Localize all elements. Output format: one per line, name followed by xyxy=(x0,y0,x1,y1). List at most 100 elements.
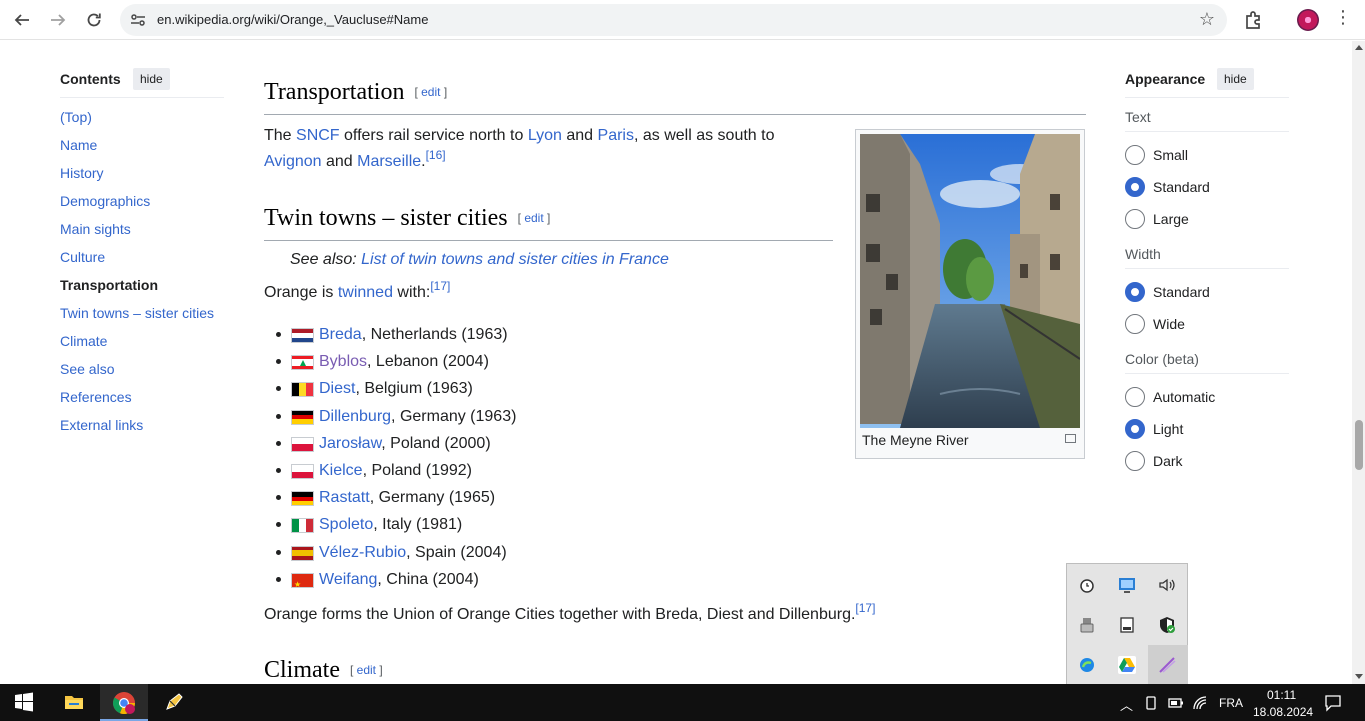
extensions-puzzle-icon[interactable] xyxy=(1243,9,1265,31)
toc-item[interactable]: Main sights xyxy=(60,221,131,237)
scroll-up-icon[interactable] xyxy=(1355,45,1363,50)
clock-date[interactable]: 18.08.2024 xyxy=(1253,705,1313,719)
toc-item[interactable]: Culture xyxy=(60,249,105,265)
address-bar[interactable]: en.wikipedia.org/wiki/Orange,_Vaucluse#N… xyxy=(120,4,1227,36)
flag-pl-icon[interactable] xyxy=(291,436,314,452)
site-info-icon[interactable] xyxy=(129,11,147,29)
security-shield-icon[interactable] xyxy=(1157,615,1177,635)
link-city[interactable]: Dillenburg xyxy=(319,408,391,425)
link-city[interactable]: Rastatt xyxy=(319,489,370,506)
url-text[interactable]: en.wikipedia.org/wiki/Orange,_Vaucluse#N… xyxy=(157,12,428,27)
appearance-radio[interactable] xyxy=(1125,451,1145,471)
link-city[interactable]: Breda xyxy=(319,326,362,343)
flag-be-icon[interactable] xyxy=(291,382,314,398)
toc-item[interactable]: External links xyxy=(60,417,143,433)
appearance-radio[interactable] xyxy=(1125,209,1145,229)
appearance-radio[interactable] xyxy=(1125,282,1145,302)
appearance-radio-label[interactable]: Small xyxy=(1153,147,1188,163)
scroll-down-icon[interactable] xyxy=(1355,674,1363,679)
toc-hide-button[interactable]: hide xyxy=(133,68,170,90)
ref-17[interactable]: [17] xyxy=(430,279,450,293)
link-twin-towns-list[interactable]: List of twin towns and sister cities in … xyxy=(361,251,669,268)
appearance-hide-button[interactable]: hide xyxy=(1217,68,1254,90)
forward-button[interactable] xyxy=(45,8,71,32)
clock-app-icon[interactable] xyxy=(1077,575,1097,595)
edit-transportation-link[interactable]: edit xyxy=(421,85,440,99)
start-button[interactable] xyxy=(0,684,48,721)
enlarge-icon[interactable] xyxy=(1065,434,1076,443)
network-monitor-icon[interactable] xyxy=(1117,575,1137,595)
toc-item[interactable]: See also xyxy=(60,361,114,377)
flag-lb-icon[interactable] xyxy=(291,355,314,371)
toc-item[interactable]: (Top) xyxy=(60,109,92,125)
meyne-river-photo[interactable] xyxy=(860,134,1080,428)
browser-menu-icon[interactable]: ⋮ xyxy=(1334,7,1352,28)
device-icon[interactable] xyxy=(1143,695,1159,711)
toc-item[interactable]: Twin towns – sister cities xyxy=(60,305,214,321)
appearance-radio-label[interactable]: Dark xyxy=(1153,453,1183,469)
toc-item[interactable]: Transportation xyxy=(60,277,158,293)
page-scrollbar[interactable] xyxy=(1352,41,1365,684)
ref-16[interactable]: [16] xyxy=(426,148,446,162)
toc-item[interactable]: History xyxy=(60,165,104,181)
clock-time[interactable]: 01:11 xyxy=(1267,688,1296,702)
wifi-icon[interactable] xyxy=(1192,695,1208,711)
appearance-radio-label[interactable]: Light xyxy=(1153,421,1183,437)
sync-app-icon[interactable] xyxy=(1077,655,1097,675)
link-city[interactable]: Jarosław xyxy=(319,435,381,452)
flag-nl-icon[interactable] xyxy=(291,328,314,343)
edit-twin-towns-link[interactable]: edit xyxy=(524,211,543,225)
toc-item[interactable]: Climate xyxy=(60,333,107,349)
google-drive-icon[interactable] xyxy=(1117,655,1137,675)
taskbar-file-explorer[interactable] xyxy=(50,684,98,721)
appearance-radio-label[interactable]: Standard xyxy=(1153,179,1210,195)
flag-de-icon[interactable] xyxy=(291,491,314,507)
link-city[interactable]: Vélez-Rubio xyxy=(319,544,406,561)
battery-icon[interactable] xyxy=(1168,696,1184,710)
link-sncf[interactable]: SNCF xyxy=(296,127,340,144)
appearance-radio[interactable] xyxy=(1125,387,1145,407)
appearance-radio-label[interactable]: Wide xyxy=(1153,316,1185,332)
link-city[interactable]: Byblos xyxy=(319,353,367,370)
link-lyon[interactable]: Lyon xyxy=(528,127,562,144)
link-paris[interactable]: Paris xyxy=(598,127,634,144)
usb-device-icon[interactable] xyxy=(1077,615,1097,635)
profile-avatar[interactable] xyxy=(1297,9,1319,31)
link-avignon[interactable]: Avignon xyxy=(264,153,322,170)
link-marseille[interactable]: Marseille xyxy=(357,153,421,170)
appearance-radio-label[interactable]: Standard xyxy=(1153,284,1210,300)
tablet-app-icon[interactable] xyxy=(1117,615,1137,635)
taskbar-chrome[interactable] xyxy=(100,684,148,721)
flag-pl-icon[interactable] xyxy=(291,464,314,479)
flag-it-icon[interactable] xyxy=(291,518,314,534)
flag-es-icon[interactable] xyxy=(291,545,314,561)
link-city[interactable]: Kielce xyxy=(319,462,363,479)
tray-item-highlight[interactable] xyxy=(1148,645,1188,685)
flag-de-icon[interactable] xyxy=(291,409,314,425)
link-city[interactable]: Weifang xyxy=(319,571,377,588)
back-button[interactable] xyxy=(9,8,35,32)
pen-feather-icon[interactable] xyxy=(1157,655,1177,675)
bookmark-star-icon[interactable]: ☆ xyxy=(1199,9,1215,30)
appearance-radio[interactable] xyxy=(1125,145,1145,165)
taskbar-pinned-app[interactable] xyxy=(150,684,198,721)
link-city[interactable]: Spoleto xyxy=(319,516,373,533)
edit-climate-link[interactable]: edit xyxy=(357,663,376,677)
scroll-thumb[interactable] xyxy=(1355,420,1363,470)
link-twinned[interactable]: twinned xyxy=(338,284,393,301)
appearance-radio[interactable] xyxy=(1125,314,1145,334)
link-city[interactable]: Diest xyxy=(319,380,355,397)
toc-item[interactable]: Demographics xyxy=(60,193,150,209)
notifications-icon[interactable] xyxy=(1324,694,1342,712)
ref-17-b[interactable]: [17] xyxy=(855,601,875,615)
appearance-radio-label[interactable]: Automatic xyxy=(1153,389,1215,405)
flag-cn-icon[interactable]: ★ xyxy=(291,572,314,588)
input-language[interactable]: FRA xyxy=(1219,696,1243,710)
appearance-radio[interactable] xyxy=(1125,419,1145,439)
appearance-radio-label[interactable]: Large xyxy=(1153,211,1189,227)
toc-item[interactable]: References xyxy=(60,389,132,405)
appearance-radio[interactable] xyxy=(1125,177,1145,197)
reload-button[interactable] xyxy=(81,8,107,32)
volume-icon[interactable] xyxy=(1157,575,1177,595)
show-hidden-icons-chevron-icon[interactable]: ︿ xyxy=(1120,695,1133,714)
